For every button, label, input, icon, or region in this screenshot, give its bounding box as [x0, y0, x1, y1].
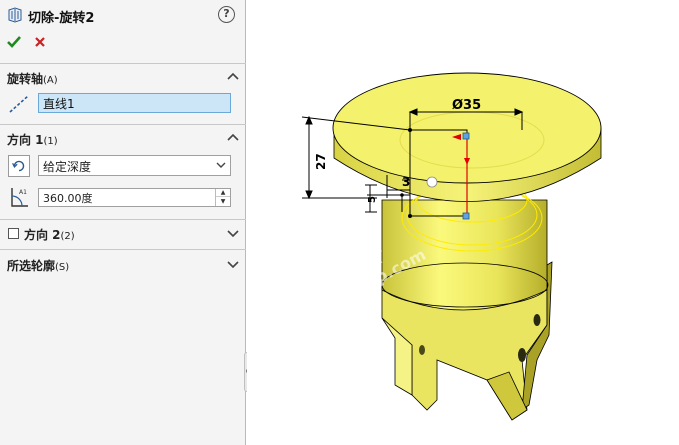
divider [0, 124, 246, 125]
contours-group-title-text: 所选轮廓 [7, 259, 56, 273]
direction2-group-title: 方向 2(2) [24, 226, 75, 243]
small-dimension[interactable]: 5 [367, 196, 378, 203]
direction1-group-title-text: 方向 1 [7, 133, 44, 147]
property-manager: 切除-旋转2 ? 旋转轴(A) 直线1 方向 1(1) 给定深度 A1 360.… [0, 0, 246, 445]
svg-text:A1: A1 [19, 189, 27, 196]
contours-group-title: 所选轮廓(S) [7, 257, 69, 274]
end-condition-value: 给定深度 [43, 160, 92, 174]
angle-value: 360.00度 [43, 192, 93, 205]
divider [0, 219, 246, 220]
direction1-group-title: 方向 1(1) [7, 131, 58, 148]
direction2-checkbox[interactable] [8, 228, 19, 239]
chevron-up-icon[interactable] [226, 70, 240, 84]
diameter-dimension[interactable]: Ø35 [452, 98, 481, 113]
direction1-group-shortcut: (1) [43, 136, 58, 147]
angle-spinner[interactable]: ▲ ▼ [215, 189, 230, 206]
revolve-cut-icon [8, 7, 22, 23]
angle-field[interactable]: 360.00度 ▲ ▼ [38, 188, 231, 207]
axis-group-header[interactable]: 旋转轴(A) [0, 66, 246, 90]
depth-dimension[interactable]: 3 [402, 175, 410, 189]
divider [0, 63, 246, 64]
axis-group-title-text: 旋转轴 [7, 72, 44, 86]
axis-group-shortcut: (A) [43, 75, 58, 86]
chevron-down-icon [216, 162, 226, 168]
part-model: Ø35 27 3 5 [301, 72, 602, 421]
axis-group-title: 旋转轴(A) [7, 70, 58, 87]
chevron-up-icon[interactable] [226, 131, 240, 145]
angle-icon: A1 [11, 188, 28, 207]
direction2-group-shortcut: (2) [60, 231, 75, 242]
title-bar: 切除-旋转2 ? [0, 0, 246, 30]
height-dimension[interactable]: 27 [314, 153, 328, 170]
divider [0, 249, 246, 250]
end-condition-select[interactable]: 给定深度 [38, 155, 231, 176]
spin-down-button[interactable]: ▼ [216, 198, 230, 206]
axis-selection-field[interactable]: 直线1 [38, 93, 231, 113]
ok-button[interactable] [6, 34, 22, 50]
help-icon[interactable]: ? [218, 6, 235, 23]
reverse-direction-icon[interactable] [8, 155, 30, 177]
axis-line-icon [9, 95, 29, 113]
direction2-group-title-text: 方向 2 [24, 228, 61, 242]
contours-group-header[interactable]: 所选轮廓(S) [0, 253, 246, 277]
chevron-down-icon[interactable] [226, 226, 240, 240]
direction2-group-header[interactable]: 方向 2(2) [0, 222, 246, 246]
contours-group-shortcut: (S) [55, 262, 70, 273]
chevron-down-icon[interactable] [226, 257, 240, 271]
direction1-group-header[interactable]: 方向 1(1) [0, 127, 246, 151]
graphics-viewport[interactable]: Ø35 27 3 5 机械设计 www.jxxvip.com [247, 0, 679, 445]
cancel-button[interactable] [32, 34, 48, 50]
page-title: 切除-旋转2 [28, 11, 95, 26]
spin-up-button[interactable]: ▲ [216, 189, 230, 197]
